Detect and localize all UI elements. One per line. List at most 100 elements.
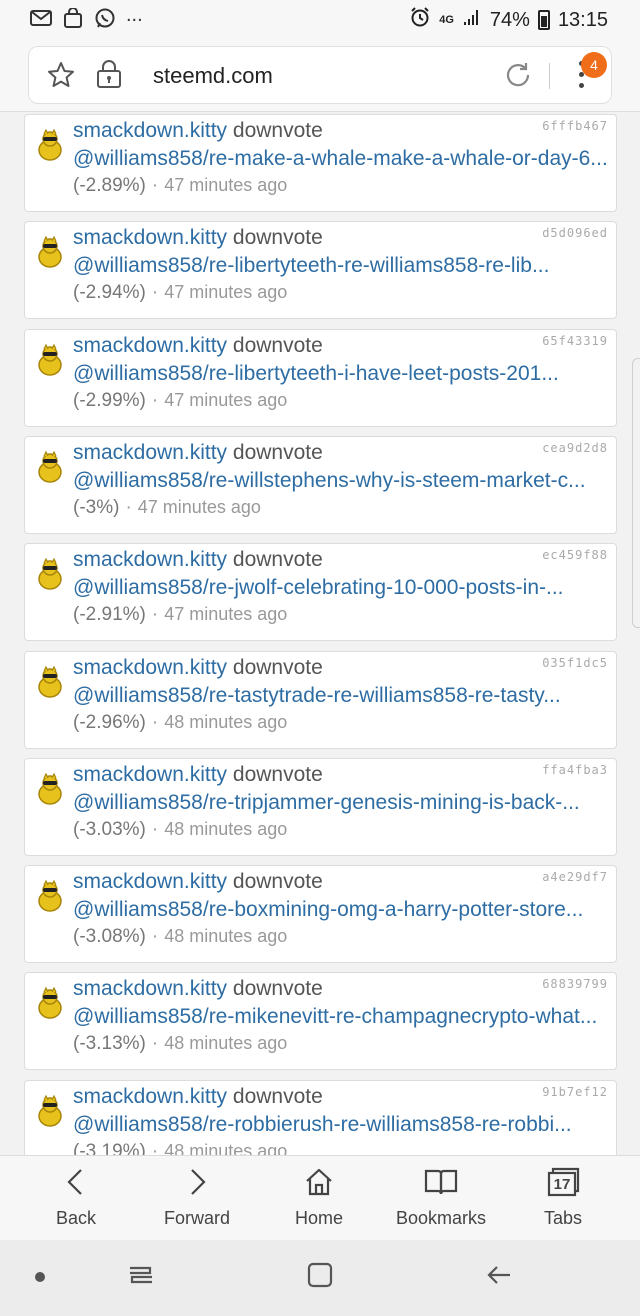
voter-link[interactable]: smackdown.kitty — [73, 441, 227, 464]
vote-card: smackdown.kitty downvote 68839799 @william… — [24, 972, 617, 1071]
post-link[interactable]: @williams858/re-mikenevitt-re-champagnec… — [73, 1005, 613, 1029]
url-text[interactable]: steemd.com — [153, 63, 273, 89]
vote-meta: (-2.89%) · 47 minutes ago — [73, 175, 287, 197]
vote-feed[interactable]: smackdown.kitty downvote 6fffb467 @william… — [0, 112, 640, 1155]
clock: 13:15 — [557, 8, 608, 31]
bookmarks-label: Bookmarks — [395, 1208, 487, 1228]
voter-link[interactable]: smackdown.kitty — [73, 119, 227, 142]
transaction-hash[interactable]: ffa4fba3 — [542, 763, 608, 777]
home-button[interactable]: Home — [264, 1166, 374, 1229]
post-link[interactable]: @williams858/re-tastytrade-re-williams85… — [73, 684, 613, 708]
avatar[interactable] — [35, 879, 65, 912]
vote-action: downvote — [232, 333, 323, 357]
vote-meta: (-3.13%) · 48 minutes ago — [73, 1033, 287, 1055]
vote-time: 48 minutes ago — [164, 1033, 288, 1054]
transaction-hash[interactable]: 91b7ef12 — [542, 1085, 608, 1099]
voter-link[interactable]: smackdown.kitty — [73, 656, 227, 679]
post-link[interactable]: @williams858/re-willstephens-why-is-stee… — [73, 469, 613, 493]
voter-link[interactable]: smackdown.kitty — [73, 226, 227, 249]
vote-percent: (-2.91%) — [73, 604, 146, 626]
vote-line: smackdown.kitty downvote — [73, 977, 323, 1001]
tabs-icon: 17 — [546, 1166, 580, 1198]
vote-line: smackdown.kitty downvote — [73, 119, 323, 143]
post-link[interactable]: @williams858/re-jwolf-celebrating-10-000… — [73, 576, 613, 600]
alarm-icon — [409, 6, 431, 34]
vote-meta: (-2.94%) · 47 minutes ago — [73, 282, 287, 304]
vote-time: 47 minutes ago — [164, 604, 288, 625]
home-nav-icon[interactable] — [305, 1260, 335, 1295]
vote-percent: (-2.89%) — [73, 175, 146, 196]
vote-line: smackdown.kitty downvote — [73, 334, 323, 358]
post-link[interactable]: @williams858/re-make-a-whale-make-a-whal… — [73, 147, 613, 171]
vote-meta: (-3%) · 47 minutes ago — [73, 497, 261, 519]
address-bar[interactable]: steemd.com 4 — [28, 46, 612, 104]
screen: ... 4G 74% 13:15 steemd.com 4 smackdown.… — [0, 0, 640, 1316]
post-link[interactable]: @williams858/re-boxmining-omg-a-harry-po… — [73, 898, 613, 922]
transaction-hash[interactable]: 65f43319 — [542, 334, 608, 348]
browser-header: steemd.com 4 — [0, 40, 640, 112]
voter-link[interactable]: smackdown.kitty — [73, 1085, 227, 1108]
vote-line: smackdown.kitty downvote — [73, 548, 323, 572]
vote-time: 48 minutes ago — [164, 818, 288, 839]
transaction-hash[interactable]: 68839799 — [542, 977, 608, 991]
network-type: 4G — [439, 14, 454, 26]
meta-separator: · — [151, 604, 159, 626]
avatar[interactable] — [35, 987, 65, 1020]
transaction-hash[interactable]: 6fffb467 — [542, 119, 608, 133]
voter-link[interactable]: smackdown.kitty — [73, 548, 227, 571]
dot-icon[interactable] — [34, 1270, 46, 1288]
avatar[interactable] — [35, 450, 65, 483]
vote-meta: (-2.91%) · 47 minutes ago — [73, 604, 287, 626]
transaction-hash[interactable]: 035f1dc5 — [542, 656, 608, 670]
avatar[interactable] — [35, 557, 65, 590]
mail-icon — [30, 8, 52, 28]
meta-separator: · — [151, 389, 159, 411]
vote-line: smackdown.kitty downvote — [73, 1085, 323, 1109]
system-status: 4G 74% 13:15 — [409, 6, 608, 34]
avatar[interactable] — [35, 128, 65, 161]
signal-icon — [462, 7, 482, 33]
forward-button[interactable]: Forward — [142, 1166, 252, 1229]
voter-link[interactable]: smackdown.kitty — [73, 334, 227, 357]
vote-line: smackdown.kitty downvote — [73, 870, 323, 894]
transaction-hash[interactable]: cea9d2d8 — [542, 441, 608, 455]
reload-icon[interactable] — [503, 60, 533, 95]
vote-time: 48 minutes ago — [164, 711, 288, 732]
avatar[interactable] — [35, 1094, 65, 1127]
avatar[interactable] — [35, 235, 65, 269]
status-bar: ... 4G 74% 13:15 — [0, 0, 640, 40]
vote-action: downvote — [232, 440, 323, 464]
post-link[interactable]: @williams858/re-robbierush-re-williams85… — [73, 1113, 613, 1137]
meta-separator: · — [151, 926, 159, 948]
lock-icon[interactable] — [95, 59, 123, 94]
avatar[interactable] — [35, 343, 65, 376]
voter-link[interactable]: smackdown.kitty — [73, 977, 227, 1000]
scroll-handle[interactable] — [632, 358, 640, 628]
menu-notification-badge: 4 — [581, 52, 607, 78]
voter-link[interactable]: smackdown.kitty — [73, 763, 227, 786]
tab-count: 17 — [553, 1176, 571, 1193]
whatsapp-icon — [94, 8, 116, 28]
bookmarks-button[interactable]: Bookmarks — [386, 1166, 496, 1229]
back-arrow-icon[interactable] — [484, 1260, 514, 1295]
voter-link[interactable]: smackdown.kitty — [73, 870, 227, 893]
avatar[interactable] — [35, 665, 65, 698]
meta-separator: · — [125, 496, 132, 518]
bookmark-star-icon[interactable] — [47, 61, 75, 94]
tabs-button[interactable]: 17 Tabs — [508, 1166, 618, 1229]
more-notifications: ... — [126, 4, 143, 26]
vote-percent: (-2.96%) — [73, 711, 146, 733]
post-link[interactable]: @williams858/re-libertyteeth-re-williams… — [73, 254, 613, 278]
back-label: Back — [55, 1208, 97, 1228]
post-link[interactable]: @williams858/re-tripjammer-genesis-minin… — [73, 791, 613, 815]
transaction-hash[interactable]: a4e29df7 — [542, 870, 608, 884]
vote-action: downvote — [232, 119, 323, 142]
post-link[interactable]: @williams858/re-libertyteeth-i-have-leet… — [73, 362, 613, 386]
back-button[interactable]: Back — [21, 1166, 131, 1229]
meta-separator: · — [151, 175, 159, 196]
recents-icon[interactable] — [126, 1260, 156, 1295]
transaction-hash[interactable]: ec459f88 — [542, 548, 608, 562]
transaction-hash[interactable]: d5d096ed — [542, 226, 608, 240]
avatar[interactable] — [35, 772, 65, 805]
vote-meta: (-3.19%) · 48 minutes ago — [73, 1141, 287, 1155]
